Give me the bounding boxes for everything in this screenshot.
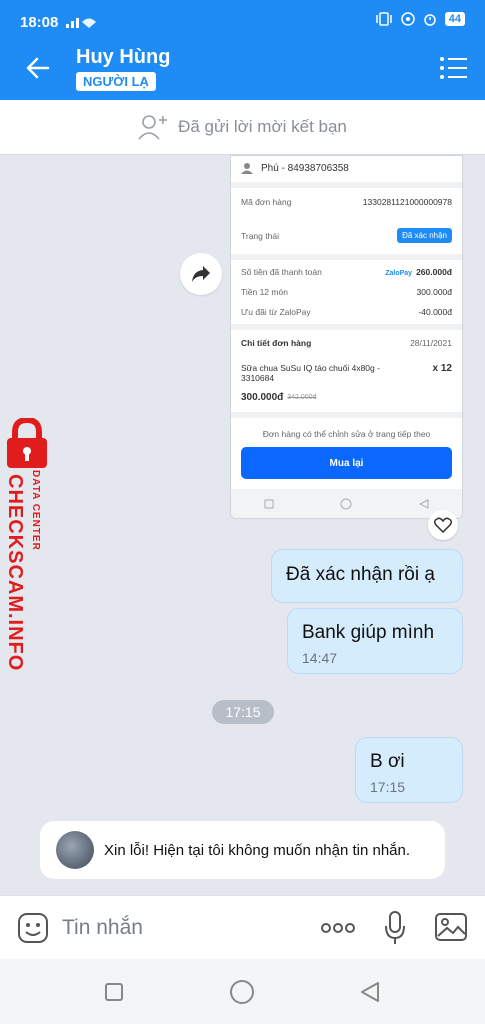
forward-button[interactable]: [180, 253, 222, 295]
paid-value: 260.000đ: [416, 267, 452, 277]
buy-again-button: Mua lại: [241, 447, 452, 479]
data-saver-icon: [401, 12, 415, 26]
detail-date: 28/11/2021: [410, 338, 452, 348]
vibrate-icon: [376, 12, 392, 26]
status-time: 18:08: [20, 14, 59, 31]
checkscam-watermark: CHECKSCAM.INFO DATA CENTER: [0, 418, 56, 671]
message-bubble[interactable]: Đã xác nhận rồi ạ: [271, 549, 463, 603]
screenshot-navbar: [231, 489, 462, 518]
order-contact: Phú - 84938706358: [261, 162, 349, 174]
message-time: 17:15: [370, 779, 406, 795]
watermark-brand: CHECKSCAM.INFO: [4, 474, 26, 672]
discount-value: -40.000đ: [418, 307, 452, 317]
items-value: 300.000đ: [416, 287, 452, 297]
product-old-price: 342.000đ: [287, 394, 317, 401]
contact-avatar[interactable]: [56, 831, 94, 869]
discount-label: Ưu đãi từ ZaloPay: [241, 307, 311, 317]
message-bubble[interactable]: Bank giúp mình 14:47: [287, 608, 463, 674]
heart-icon: [434, 517, 452, 533]
message-bubble[interactable]: B ơi 17:15: [355, 737, 463, 803]
circle-nav-icon: [340, 498, 352, 510]
message-text: B ơi: [370, 751, 405, 772]
react-heart-button[interactable]: [428, 510, 458, 540]
friend-request-text: Đã gửi lời mời kết bạn: [178, 117, 347, 136]
zalopay-logo: ZaloPay: [385, 270, 413, 277]
signal-icon: [66, 18, 96, 28]
order-id-label: Mã đơn hàng: [241, 197, 292, 207]
order-screenshot-image[interactable]: Phú - 84938706358 Mã đơn hàng 13302811210…: [230, 155, 463, 519]
menu-icon[interactable]: [439, 56, 467, 80]
system-navbar: [0, 959, 485, 1024]
home-icon[interactable]: [229, 979, 255, 1005]
square-nav-icon: [264, 499, 274, 509]
status-pill: Đã xác nhận: [397, 228, 452, 243]
status-right: 44: [375, 12, 465, 26]
back-nav-icon[interactable]: [359, 981, 381, 1003]
microphone-icon[interactable]: [383, 910, 407, 946]
status-label: Trạng thái: [241, 230, 279, 241]
product-price: 300.000đ: [241, 392, 284, 403]
watermark-sub: DATA CENTER: [30, 470, 41, 551]
message-input[interactable]: Tin nhắn: [62, 916, 143, 940]
auto-reply-text: Xin lỗi! Hiện tại tôi không muốn nhận ti…: [104, 841, 411, 859]
sticker-icon[interactable]: [17, 912, 49, 944]
triangle-nav-icon: [418, 499, 429, 509]
stranger-badge: NGƯỜI LẠ: [76, 72, 156, 91]
product-qty: x 12: [432, 363, 452, 374]
status-bar: 18:08 44: [0, 0, 485, 36]
paid-label: Số tiền đã thanh toán: [241, 267, 322, 277]
message-composer: Tin nhắn: [0, 895, 485, 959]
share-arrow-icon: [192, 266, 210, 282]
message-text: Bank giúp mình: [302, 622, 435, 643]
message-text: Đã xác nhận rồi ạ: [286, 564, 435, 585]
edit-note: Đơn hàng có thể chỉnh sửa ở trang tiếp t…: [262, 429, 431, 439]
detail-label: Chi tiết đơn hàng: [241, 338, 312, 348]
items-label: Tiền 12 món: [241, 287, 288, 297]
add-friend-icon: [138, 115, 168, 140]
back-arrow-icon[interactable]: [24, 54, 52, 82]
chat-header: Huy Hùng NGƯỜI LẠ: [0, 36, 485, 100]
auto-reply-notice: Xin lỗi! Hiện tại tôi không muốn nhận ti…: [40, 821, 445, 879]
user-icon: [241, 163, 253, 174]
message-time: 14:47: [302, 650, 338, 666]
alarm-icon: [424, 14, 436, 26]
contact-name[interactable]: Huy Hùng: [76, 46, 170, 69]
friend-request-banner: Đã gửi lời mời kết bạn: [0, 100, 485, 155]
image-icon[interactable]: [434, 912, 468, 942]
recent-apps-icon[interactable]: [104, 982, 124, 1002]
more-icon[interactable]: [320, 922, 356, 934]
order-id: 1330281121000000978: [362, 197, 452, 207]
product-name: Sữa chua SuSu IQ táo chuối 4x80g - 33106…: [241, 363, 380, 383]
time-divider: 17:15: [212, 700, 274, 724]
battery-indicator: 44: [444, 12, 465, 26]
lock-logo-icon: [7, 418, 47, 468]
